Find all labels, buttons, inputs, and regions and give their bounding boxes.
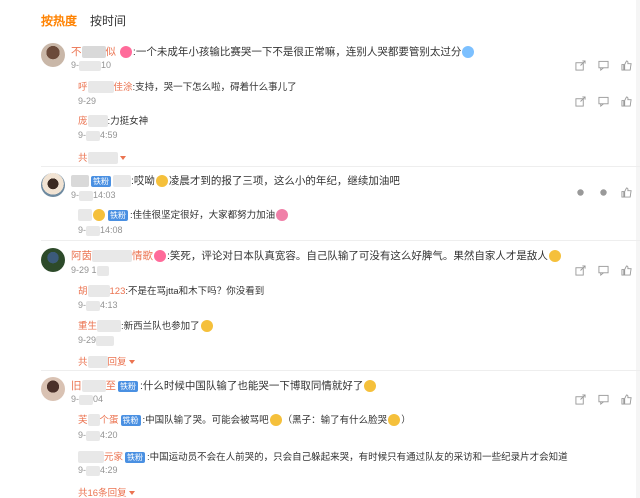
reply-time: 9-29 bbox=[78, 335, 115, 346]
emoji-icon bbox=[269, 414, 282, 427]
share-icon[interactable] bbox=[575, 96, 586, 107]
redacted-name bbox=[71, 175, 89, 188]
reply-item: 庞 :力挺女神 bbox=[78, 113, 149, 128]
comment-line: 旧至铁粉:什么时候中国队输了也能哭一下博取同情就好了 bbox=[71, 378, 377, 393]
heart-icon bbox=[276, 209, 289, 222]
reply-username[interactable]: 元家 bbox=[104, 452, 123, 463]
divider bbox=[41, 166, 640, 167]
like-icon[interactable] bbox=[621, 396, 632, 407]
share-icon[interactable] bbox=[575, 187, 586, 198]
username[interactable]: 旧 bbox=[71, 380, 82, 392]
tab-by-hot[interactable]: 按热度 bbox=[41, 12, 77, 29]
comment-line: 不 似 :一个未成年小孩输比赛哭一下不是很正常嘛，连别人哭都要管别太过分 bbox=[71, 44, 475, 59]
reply-username[interactable]: 芙 bbox=[78, 415, 88, 426]
timestamp: 9-29 1 bbox=[71, 265, 109, 276]
reply-text: :不是在骂jtta和木下吗？你没看到 bbox=[125, 286, 265, 297]
reply-time: 9- 4:29 bbox=[78, 465, 118, 476]
comment-text: :笑死，评论对日本队真宽容。自己队输了可没有这么好脾气。果然自家人才是敌人 bbox=[167, 250, 548, 262]
share-icon[interactable] bbox=[575, 265, 586, 276]
timestamp: 9- 14:03 bbox=[71, 190, 116, 201]
reply-item: 元家 铁粉:中国运动员不会在人前哭的，只会自己躲起来哭，有时候只有通过队友的采访和… bbox=[78, 449, 568, 464]
vip-icon bbox=[154, 250, 166, 263]
scrollbar[interactable] bbox=[636, 0, 640, 498]
reply-action-icons bbox=[575, 96, 632, 107]
comment-icon[interactable] bbox=[598, 265, 609, 276]
action-icons bbox=[575, 60, 632, 71]
like-icon[interactable] bbox=[621, 187, 632, 198]
more-replies-link[interactable]: 共 bbox=[78, 150, 126, 165]
comment-icon[interactable] bbox=[598, 96, 609, 107]
action-icons bbox=[575, 187, 632, 198]
avatar[interactable] bbox=[41, 173, 65, 197]
reply-item: 胡 123:不是在骂jtta和木下吗？你没看到 bbox=[78, 285, 265, 298]
redacted-name bbox=[81, 46, 106, 59]
fan-badge: 铁粉 bbox=[108, 209, 128, 221]
timestamp: 9- 04 bbox=[71, 394, 104, 405]
reply-username[interactable]: 重生 bbox=[78, 321, 97, 332]
like-icon[interactable] bbox=[621, 265, 632, 276]
reply-time: 9- 4:59 bbox=[78, 130, 118, 141]
more-replies-link[interactable]: 共16条回复 bbox=[78, 485, 135, 498]
reply-time: 9- 14:08 bbox=[78, 225, 123, 236]
divider bbox=[41, 240, 640, 241]
reply-username[interactable]: 呼 bbox=[78, 82, 88, 93]
reply-item: 芙个蛋 铁粉:中国队输了哭。可能会被骂吧 （黑子：输了有什么脸哭） bbox=[78, 414, 411, 427]
timestamp: 9- 10 bbox=[71, 60, 112, 71]
reply-username[interactable]: 胡 bbox=[78, 286, 88, 297]
emoji-icon bbox=[155, 175, 168, 188]
comment-text: :哎呦 bbox=[131, 175, 155, 187]
username[interactable]: 不 bbox=[71, 46, 82, 58]
emoji-icon bbox=[200, 320, 213, 333]
reply-text-cont: （黑子：输了有什么脸哭 bbox=[282, 415, 388, 426]
fan-badge: 铁粉 bbox=[91, 175, 111, 187]
fan-badge: 铁粉 bbox=[125, 451, 146, 463]
like-icon[interactable] bbox=[621, 60, 632, 71]
avatar-mini bbox=[93, 209, 105, 222]
emoji-icon bbox=[364, 380, 377, 393]
reply-text-end: ） bbox=[401, 415, 411, 426]
reply-time: 9- 4:20 bbox=[78, 430, 118, 441]
reply-text: :新西兰队也参加了 bbox=[121, 321, 200, 332]
comment-text: :一个未成年小孩输比赛哭一下不是很正常嘛，连别人哭都要管别太过分 bbox=[132, 46, 462, 58]
comment-text: :什么时候中国队输了也能哭一下博取同情就好了 bbox=[140, 380, 364, 392]
action-icons bbox=[575, 265, 632, 276]
share-icon[interactable] bbox=[575, 396, 586, 407]
comment-line: 阿茵 情歌:笑死，评论对日本队真宽容。自己队输了可没有这么好脾气。果然自家人才是敌… bbox=[71, 248, 562, 263]
avatar[interactable] bbox=[41, 248, 65, 272]
username[interactable]: 阿茵 bbox=[71, 250, 92, 262]
comment-icon[interactable] bbox=[598, 396, 609, 407]
share-icon[interactable] bbox=[575, 60, 586, 71]
fan-badge: 铁粉 bbox=[120, 414, 141, 426]
like-icon[interactable] bbox=[621, 96, 632, 107]
comment-icon[interactable] bbox=[598, 187, 609, 198]
emoji-icon bbox=[548, 250, 561, 263]
reply-text: :支持，哭一下怎么啦，碍着什么事儿了 bbox=[132, 82, 297, 93]
reply-text: :中国运动员不会在人前哭的，只会自己躲起来哭，有时候只有通过队友的采访和一些纪录… bbox=[147, 452, 568, 463]
reply-text: :中国队输了哭。可能会被骂吧 bbox=[142, 415, 269, 426]
comment-text-cont: 凌晨才到的报了三项，这么小的年纪，继续加油吧 bbox=[168, 175, 400, 187]
reply-text: :佳佳很坚定很好，大家都努力加油 bbox=[130, 210, 276, 221]
tab-by-time[interactable]: 按时间 bbox=[90, 12, 126, 29]
fan-badge: 铁粉 bbox=[118, 380, 138, 392]
sort-tabs: 按热度 按时间 bbox=[0, 0, 640, 38]
avatar[interactable] bbox=[41, 377, 65, 401]
divider bbox=[41, 370, 640, 371]
reply-text: :力挺女神 bbox=[107, 116, 149, 127]
more-replies-link[interactable]: 共回复 bbox=[78, 354, 135, 369]
avatar[interactable] bbox=[41, 43, 65, 67]
comment-line: 铁粉 :哎呦 凌晨才到的报了三项，这么小的年纪，继续加油吧 bbox=[71, 173, 400, 188]
reply-item: 呼佳涂:支持，哭一下怎么啦，碍着什么事儿了 bbox=[78, 81, 297, 94]
emoji-icon bbox=[388, 414, 401, 427]
comment-icon[interactable] bbox=[598, 60, 609, 71]
vip-icon bbox=[119, 46, 132, 59]
reply-action-icons bbox=[575, 396, 632, 407]
reply-time: 9-29 bbox=[78, 96, 97, 106]
reply-time: 9- 4:13 bbox=[78, 300, 118, 311]
emoji-icon bbox=[462, 46, 475, 59]
username-suffix[interactable]: 似 bbox=[106, 46, 117, 58]
reply-item: 铁粉:佳佳很坚定很好，大家都努力加油 bbox=[78, 207, 289, 222]
reply-username[interactable]: 庞 bbox=[78, 116, 88, 127]
reply-item: 重生 :新西兰队也参加了 bbox=[78, 318, 214, 333]
